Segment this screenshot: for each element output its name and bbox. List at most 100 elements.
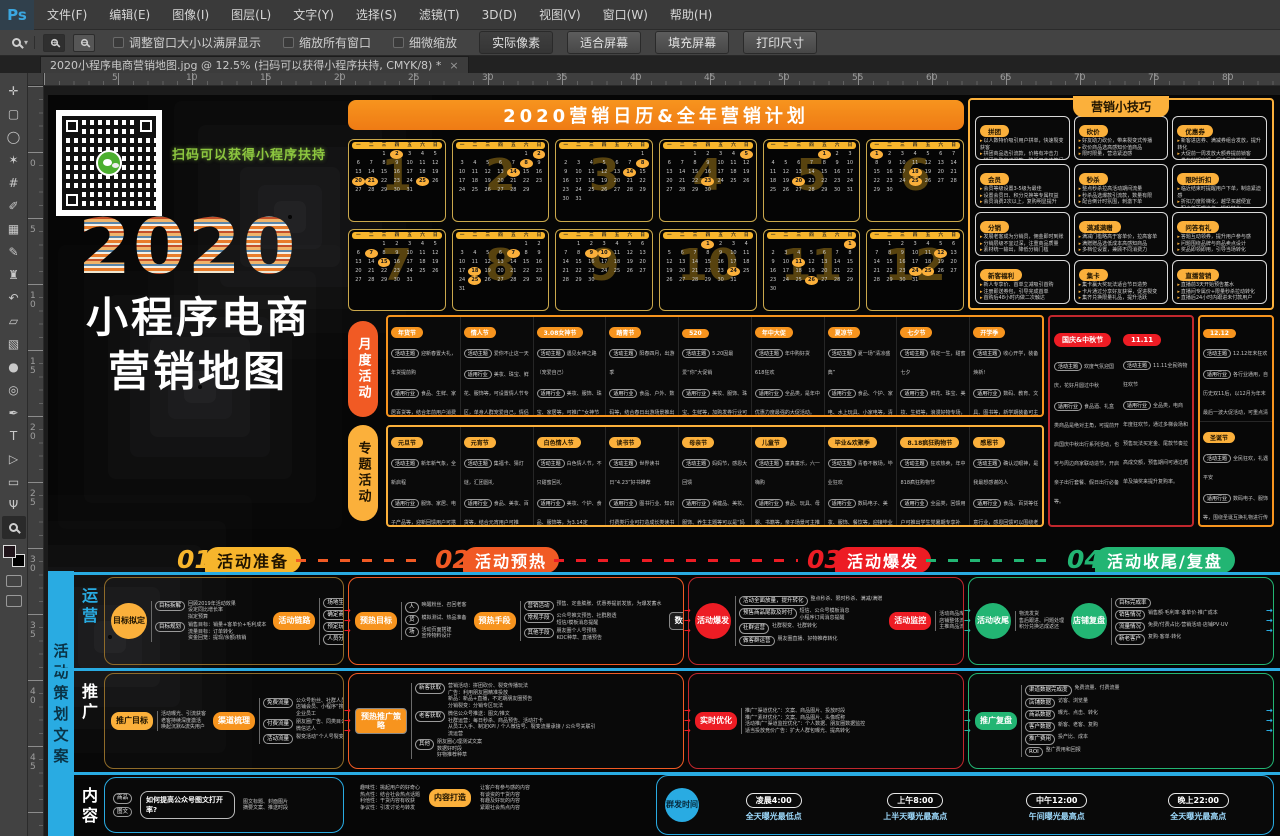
day-cell: 2 (533, 150, 546, 159)
checkbox-icon[interactable] (393, 37, 404, 48)
option-checkbox[interactable]: 缩放所有窗口 (283, 34, 371, 51)
day-cell: 12 (598, 168, 611, 177)
day-cell: 17 (572, 177, 585, 186)
history-brush-tool[interactable]: ↶ (2, 286, 26, 309)
day-cell: 16 (701, 168, 714, 177)
menu-item-I[interactable]: 图像(I) (161, 0, 220, 30)
checkbox-icon[interactable] (113, 37, 124, 48)
menu-item-V[interactable]: 视图(V) (528, 0, 592, 30)
foreground-color[interactable] (3, 545, 16, 558)
menu-item-L[interactable]: 图层(L) (220, 0, 282, 30)
day-empty (831, 240, 844, 249)
activity-industry: 适用行业食品、个护、家电、水上玩具、小家电等，清凉好物专场，消暑套餐不容错过，注… (828, 380, 894, 415)
mindmap-node: 预热目标 (355, 612, 397, 629)
day-cell: 14 (870, 258, 883, 267)
hand-tool[interactable]: Ψ (2, 493, 26, 516)
menu-item-H[interactable]: 帮助(H) (659, 0, 723, 30)
lasso-tool[interactable]: ◯ (2, 125, 26, 148)
day-cell: 24 (909, 267, 922, 276)
option-button-2[interactable]: 填充屏幕 (655, 31, 729, 54)
option-button-0[interactable]: 实际像素 (479, 31, 553, 54)
eyedropper-tool[interactable]: ✐ (2, 194, 26, 217)
tip-line: 满减门槛略高于客单价，拉高客单 (1079, 234, 1164, 241)
day-grid: 1234567891011121314151617181920212223242… (767, 240, 857, 294)
blur-tool[interactable]: ● (2, 355, 26, 378)
option-checkbox[interactable]: 细微缩放 (393, 34, 457, 51)
close-icon[interactable]: × (449, 59, 458, 72)
crop-tool[interactable]: # (2, 171, 26, 194)
brush-tool[interactable]: ✎ (2, 240, 26, 263)
day-cell: 18 (727, 168, 740, 177)
current-tool-chip[interactable]: ▾ (6, 36, 35, 49)
eraser-tool[interactable]: ▱ (2, 309, 26, 332)
mindmap-leaf: 付费流量朋友圈广告、同类目公众号合作微信达人 (263, 719, 344, 732)
day-cell: 12 (481, 168, 494, 177)
menu-item-W[interactable]: 窗口(W) (592, 0, 659, 30)
document-canvas[interactable]: 扫码可以获得小程序扶持 2020 小程序电商 营销地图 2020营销日历&全年营… (44, 86, 1280, 836)
rectangle-tool[interactable]: ▭ (2, 470, 26, 493)
menu-item-T[interactable]: 滤镜(T) (408, 0, 471, 30)
healing-brush-tool[interactable]: ▦ (2, 217, 26, 240)
day-cell: 30 (559, 195, 572, 204)
ruler-mark: 45 (704, 73, 715, 83)
menu-item-3DD[interactable]: 3D(D) (471, 0, 528, 30)
day-cell: 16 (390, 168, 403, 177)
chevron-down-icon: ▾ (24, 38, 28, 47)
weekday-header: 一二三四五六日 (352, 232, 442, 239)
day-cell: 3 (572, 159, 585, 168)
tip-title: 砍价 (1079, 125, 1108, 137)
ruler-mark: 65 (1000, 73, 1011, 83)
option-button-1[interactable]: 适合屏幕 (567, 31, 641, 54)
day-cell: 8 (520, 159, 533, 168)
screen-mode-button[interactable] (6, 595, 22, 607)
day-cell: 21 (507, 267, 520, 276)
flow-arrows: →→→ (684, 707, 698, 735)
day-cell: 6 (494, 249, 507, 258)
industry-tag: 适用行业 (391, 499, 419, 508)
path-selection-tool[interactable]: ▷ (2, 447, 26, 470)
day-cell: 14 (831, 258, 844, 267)
day-cell: 13 (611, 168, 624, 177)
day-cell: 24 (456, 186, 469, 195)
day-cell: 3 (456, 249, 469, 258)
document-tab[interactable]: 2020小程序电商营销地图.jpg @ 12.5% (扫码可以获得小程序扶持, … (40, 56, 469, 73)
pen-tool[interactable]: ✒ (2, 401, 26, 424)
theme-tag: 活动主题 (828, 459, 856, 468)
quick-selection-tool[interactable]: ✶ (2, 148, 26, 171)
zoom-tool[interactable] (2, 516, 26, 539)
checkbox-icon[interactable] (283, 37, 294, 48)
day-cell: 24 (727, 267, 740, 276)
gradient-tool[interactable]: ▧ (2, 332, 26, 355)
day-cell: 28 (870, 276, 883, 285)
clone-stamp-tool[interactable]: ♜ (2, 263, 26, 286)
essay-items: 趣味性：挑起用户的好奇心热点性：结合社会热点话题利他性：干货内容有收获争议性：引… (360, 785, 420, 811)
phase-arrow-dashes (554, 559, 798, 562)
day-cell: 9 (585, 249, 598, 258)
color-swatches[interactable] (3, 545, 25, 567)
dodge-tool[interactable]: ◎ (2, 378, 26, 401)
day-cell: 4 (611, 240, 624, 249)
option-button-3[interactable]: 打印尺寸 (743, 31, 817, 54)
ruler-mark: 40 (30, 688, 39, 706)
activity-card: 年货节活动主题迎新春置大礼，年货提前购适用行业食品、生鲜、家居百货等，结合年前用… (388, 317, 461, 415)
send-time-pill: 上午8:00 (887, 793, 943, 808)
day-cell: 12 (429, 159, 442, 168)
mindmap-leaves: 渠道数据完成度免费流量、付费流量店铺数据访客、浏览量商品数据曝光、点击、转化客户… (1021, 685, 1120, 757)
day-cell: 21 (870, 267, 883, 276)
quick-mask-button[interactable] (6, 575, 22, 587)
mindmap-leaves: 场地生成确定主题、节奏、物料确定商品主推款·引流款·利润款预定玩法营销工具+优惠… (319, 598, 344, 645)
menu-item-F[interactable]: 文件(F) (36, 0, 98, 30)
zoom-in-button[interactable]: + (43, 34, 65, 52)
menu-item-Y[interactable]: 文字(Y) (282, 0, 345, 30)
mindmap-leaf: 营销活动预售、定金膨胀、优惠券提前发放，为爆发蓄水 (524, 601, 662, 611)
zoom-out-button[interactable]: − (73, 34, 95, 52)
marquee-tool[interactable]: ▢ (2, 102, 26, 125)
menu-item-E[interactable]: 编辑(E) (98, 0, 161, 30)
option-checkbox[interactable]: 调整窗口大小以满屏显示 (113, 34, 261, 51)
day-cell: 23 (390, 177, 403, 186)
type-tool[interactable]: T (2, 424, 26, 447)
day-cell: 15 (520, 168, 533, 177)
move-tool[interactable]: ✛ (2, 79, 26, 102)
menu-item-S[interactable]: 选择(S) (345, 0, 408, 30)
photoshop-logo[interactable]: Ps (0, 0, 34, 30)
